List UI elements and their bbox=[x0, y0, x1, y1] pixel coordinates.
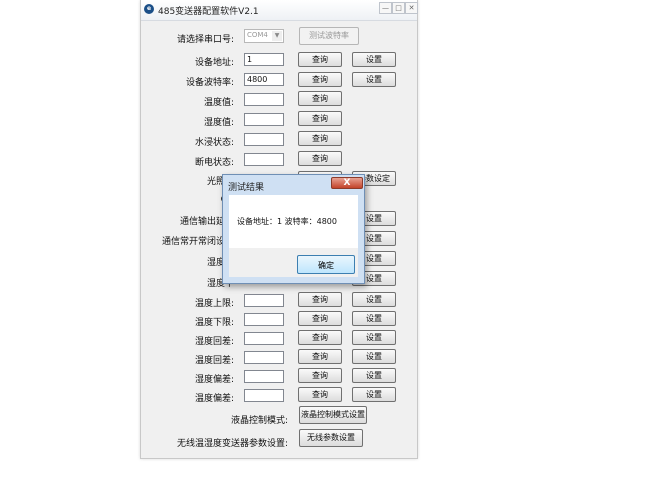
humidity-offset-label: 湿度偏差: bbox=[194, 375, 234, 385]
temp-lower-set-button[interactable]: 设置 bbox=[352, 311, 396, 326]
temp-offset-query-button[interactable]: 查询 bbox=[298, 387, 342, 402]
water-status-field[interactable] bbox=[244, 133, 284, 146]
temp-lower-label: 温度下限: bbox=[194, 318, 234, 328]
title-bar: e 485变送器配置软件V2.1 — □ ✕ bbox=[141, 0, 418, 21]
minimize-icon[interactable]: — bbox=[379, 2, 392, 14]
temp-offset-set-button[interactable]: 设置 bbox=[352, 387, 396, 402]
power-status-query-button[interactable]: 查询 bbox=[298, 151, 342, 166]
humidity-offset-set-button[interactable]: 设置 bbox=[352, 368, 396, 383]
temperature-field[interactable] bbox=[244, 93, 284, 106]
output-delay-label: 通信输出延时 bbox=[179, 217, 234, 227]
humidity-field[interactable] bbox=[244, 113, 284, 126]
device-address-label: 设备地址: bbox=[194, 58, 234, 68]
device-address-set-button[interactable]: 设置 bbox=[352, 52, 396, 67]
window-title: 485变送器配置软件V2.1 bbox=[158, 7, 259, 17]
serial-port-value: COM4 bbox=[247, 31, 268, 39]
maximize-icon[interactable]: □ bbox=[392, 2, 405, 14]
lcd-mode-set-button[interactable]: 液晶控制模式设置 bbox=[299, 406, 367, 424]
illuminance-label: 光照度 bbox=[206, 177, 234, 187]
humidity-offset-field[interactable] bbox=[244, 370, 284, 383]
app-icon: e bbox=[144, 4, 154, 14]
temperature-query-button[interactable]: 查询 bbox=[298, 91, 342, 106]
humidity-hyst-query-button[interactable]: 查询 bbox=[298, 330, 342, 345]
dialog-title: 测试结果 bbox=[228, 183, 265, 193]
temp-lower-query-button[interactable]: 查询 bbox=[298, 311, 342, 326]
humidity-hyst-field[interactable] bbox=[244, 332, 284, 345]
temp-hyst-label: 温度回差: bbox=[194, 356, 234, 366]
wireless-param-label: 无线温湿度变送器参数设置: bbox=[176, 439, 288, 449]
power-status-label: 断电状态: bbox=[194, 158, 234, 168]
humidity-offset-query-button[interactable]: 查询 bbox=[298, 368, 342, 383]
close-icon[interactable]: ✕ bbox=[405, 2, 418, 14]
humidity-lower-label-partial: 湿度下 bbox=[206, 279, 234, 289]
temp-hyst-field[interactable] bbox=[244, 351, 284, 364]
temp-upper-set-button[interactable]: 设置 bbox=[352, 292, 396, 307]
power-status-field[interactable] bbox=[244, 153, 284, 166]
wireless-param-button[interactable]: 无线参数设置 bbox=[299, 429, 363, 447]
dialog-message: 设备地址：1 波特率：4800 bbox=[237, 217, 337, 226]
temp-lower-field[interactable] bbox=[244, 313, 284, 326]
humidity-hyst-label: 湿度回差: bbox=[194, 337, 234, 347]
humidity-query-button[interactable]: 查询 bbox=[298, 111, 342, 126]
temp-hyst-query-button[interactable]: 查询 bbox=[298, 349, 342, 364]
baud-rate-label: 设备波特率: bbox=[185, 78, 234, 88]
water-status-label: 水浸状态: bbox=[194, 138, 234, 148]
temp-upper-query-button[interactable]: 查询 bbox=[298, 292, 342, 307]
temperature-label: 温度值: bbox=[203, 98, 234, 108]
temp-upper-field[interactable] bbox=[244, 294, 284, 307]
temp-upper-label: 温度上限: bbox=[194, 299, 234, 309]
dialog-close-icon[interactable]: X bbox=[331, 177, 363, 189]
temp-hyst-set-button[interactable]: 设置 bbox=[352, 349, 396, 364]
temp-offset-field[interactable] bbox=[244, 389, 284, 402]
serial-port-select[interactable]: COM4 ▼ bbox=[244, 29, 284, 43]
baud-rate-set-button[interactable]: 设置 bbox=[352, 72, 396, 87]
humidity-upper-label-partial: 湿度上 bbox=[206, 258, 234, 268]
no-nc-label: 通信常开常闭设置 bbox=[161, 237, 234, 247]
dialog-body: 设备地址：1 波特率：4800 bbox=[229, 195, 358, 248]
water-status-query-button[interactable]: 查询 bbox=[298, 131, 342, 146]
lcd-mode-label: 液晶控制模式: bbox=[230, 416, 288, 426]
device-address-field[interactable]: 1 bbox=[244, 53, 284, 66]
dialog-ok-button[interactable]: 确定 bbox=[297, 255, 355, 274]
serial-port-label: 请选择串口号: bbox=[176, 35, 234, 45]
temp-offset-label: 温度偏差: bbox=[194, 394, 234, 404]
baud-rate-field[interactable]: 4800 bbox=[244, 73, 284, 86]
device-address-query-button[interactable]: 查询 bbox=[298, 52, 342, 67]
humidity-hyst-set-button[interactable]: 设置 bbox=[352, 330, 396, 345]
test-baud-button[interactable]: 测试波特率 bbox=[299, 27, 359, 45]
humidity-label: 湿度值: bbox=[203, 118, 234, 128]
baud-rate-query-button[interactable]: 查询 bbox=[298, 72, 342, 87]
co-label: CO bbox=[110, 195, 234, 205]
chevron-down-icon[interactable]: ▼ bbox=[272, 31, 282, 41]
